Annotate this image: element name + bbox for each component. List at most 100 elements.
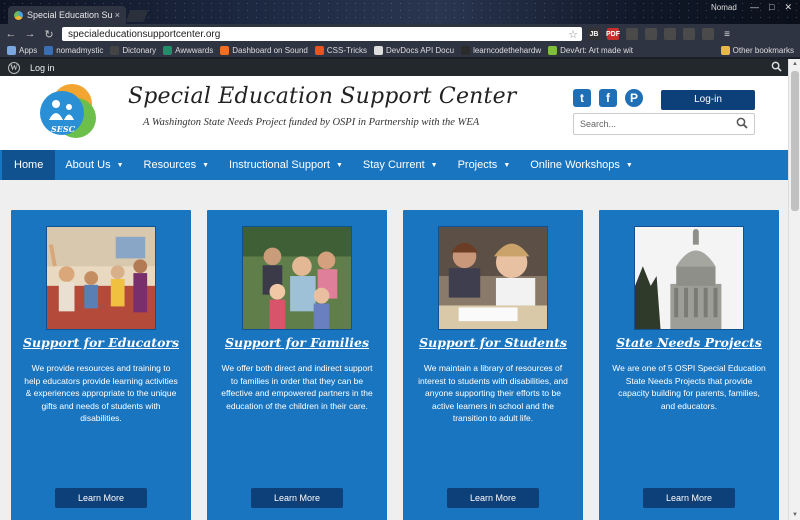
url-text[interactable]: specialeducationsupportcenter.org <box>68 29 220 40</box>
main-navigation: Home About Us ▼ Resources ▼ Instructional Sup… <box>0 150 788 180</box>
content-area: Support for Educators We provide resourc… <box>0 180 788 520</box>
card-text: We offer both direct and indirect suppor… <box>221 363 373 411</box>
search-placeholder: Search... <box>580 119 617 129</box>
bookmark-icon <box>44 46 54 55</box>
bookmarks-bar: Apps nomadmystic Dictonary Awwwards Dash… <box>0 44 800 58</box>
card-text: We maintain a library of resources of in… <box>418 363 568 423</box>
back-arrow-icon[interactable]: ← <box>3 28 19 40</box>
nav-item-online-workshops[interactable]: Online Workshops ▼ <box>520 150 643 180</box>
families-photo[interactable] <box>242 226 352 330</box>
site-favicon-icon <box>14 10 23 20</box>
menu-icon[interactable]: ≡ <box>721 28 733 40</box>
nav-item-stay-current[interactable]: Stay Current ▼ <box>353 150 448 180</box>
site-title[interactable]: Special Education Support Center <box>128 84 517 109</box>
extension-icon[interactable] <box>702 28 714 40</box>
bookmark-item[interactable]: DevDocs API Docu <box>374 46 454 55</box>
educators-photo[interactable] <box>46 226 156 330</box>
pinterest-icon[interactable]: P <box>625 89 643 107</box>
extension-icon[interactable] <box>683 28 695 40</box>
reload-icon[interactable]: ↻ <box>41 28 57 41</box>
facebook-icon[interactable]: f <box>599 89 617 107</box>
social-links: t f P <box>573 89 643 107</box>
bookmark-star-icon[interactable]: ☆ <box>568 28 578 41</box>
bookmark-item[interactable]: Dictonary <box>110 46 156 55</box>
nav-item-label: Online Workshops <box>530 159 620 171</box>
nav-item-home[interactable]: Home <box>2 150 56 180</box>
scroll-up-icon[interactable]: ▲ <box>789 59 800 69</box>
nav-item-label: Stay Current <box>362 159 425 171</box>
wordpress-icon[interactable]: W <box>8 61 20 74</box>
maximize-button[interactable]: □ <box>769 2 774 13</box>
card-title[interactable]: Support for Students <box>403 335 583 350</box>
learn-more-button[interactable]: Learn More <box>55 488 147 508</box>
profile-name[interactable]: Nomad <box>711 3 737 12</box>
capitol-photo[interactable] <box>634 226 744 330</box>
card-title[interactable]: Support for Educators <box>11 335 191 350</box>
folder-icon <box>720 46 730 55</box>
learn-more-button[interactable]: Learn More <box>251 488 343 508</box>
bookmark-item[interactable]: learncodethehardw <box>461 46 541 55</box>
nav-item-instructional-support[interactable]: Instructional Support ▼ <box>219 150 353 180</box>
minimize-button[interactable]: — <box>750 2 759 13</box>
card-students: Support for Students We maintain a libra… <box>403 210 583 520</box>
nav-item-label: Resources <box>143 159 197 171</box>
search-icon[interactable] <box>771 61 782 72</box>
twitter-icon[interactable]: t <box>573 89 591 107</box>
nav-item-label: Projects <box>457 159 498 171</box>
extension-icons: JB PDF ≡ <box>588 28 733 40</box>
svg-text:SESC: SESC <box>51 124 76 134</box>
nav-item-label: Home <box>14 159 44 171</box>
card-text: We are one of 5 OSPI Special Education S… <box>612 363 766 411</box>
extension-icon[interactable]: JB <box>588 28 600 40</box>
address-bar[interactable]: specialeducationsupportcenter.org ☆ <box>62 27 582 41</box>
card-title[interactable]: Support for Families <box>207 335 387 350</box>
pdf-extension-icon[interactable]: PDF <box>606 28 620 40</box>
search-icon[interactable] <box>736 117 748 129</box>
bookmark-item[interactable]: Apps <box>7 46 37 55</box>
admin-login-link[interactable]: Log in <box>30 63 55 73</box>
nav-item-resources[interactable]: Resources ▼ <box>134 150 220 180</box>
browser-titlebar: Special Education Suppor × Nomad — □ ✕ <box>0 0 800 24</box>
card-text: We provide resources and training to hel… <box>24 363 178 423</box>
tab-title: Special Education Suppor <box>27 10 112 20</box>
bookmark-item[interactable]: DevArt: Art made wit <box>548 46 633 55</box>
nav-item-about-us[interactable]: About Us ▼ <box>55 150 133 180</box>
bookmark-item[interactable]: Dashboard on Sound <box>220 46 308 55</box>
forward-arrow-icon[interactable]: → <box>22 28 38 40</box>
close-window-button[interactable]: ✕ <box>784 2 792 13</box>
search-input[interactable]: Search... <box>573 113 755 135</box>
caret-down-icon: ▼ <box>202 161 210 169</box>
scroll-down-icon[interactable]: ▼ <box>789 510 800 520</box>
extension-icon[interactable] <box>645 28 657 40</box>
learn-more-button[interactable]: Learn More <box>447 488 539 508</box>
nav-item-label: Instructional Support <box>229 159 330 171</box>
login-button[interactable]: Log-in <box>661 90 755 110</box>
bookmark-icon <box>374 46 384 55</box>
learn-more-button[interactable]: Learn More <box>643 488 735 508</box>
sesc-logo[interactable]: SESC <box>36 82 100 140</box>
extension-icon[interactable] <box>626 28 638 40</box>
nav-item-label: About Us <box>65 159 111 171</box>
bookmark-icon <box>163 46 173 55</box>
browser-tab[interactable]: Special Education Suppor × <box>8 6 126 24</box>
other-bookmarks[interactable]: Other bookmarks <box>720 46 794 55</box>
caret-down-icon: ▼ <box>625 161 633 169</box>
students-photo[interactable] <box>438 226 548 330</box>
page-scrollbar[interactable]: ▲ ▼ <box>788 59 800 520</box>
scroll-thumb[interactable] <box>791 71 799 211</box>
tab-close-icon[interactable]: × <box>115 10 120 20</box>
card-educators: Support for Educators We provide resourc… <box>11 210 191 520</box>
caret-down-icon: ▼ <box>335 161 343 169</box>
nav-item-projects[interactable]: Projects ▼ <box>448 150 521 180</box>
wp-admin-bar: W Log in <box>0 59 788 76</box>
bookmark-item[interactable]: Awwwards <box>163 46 213 55</box>
extension-icon[interactable] <box>664 28 676 40</box>
caret-down-icon: ▼ <box>430 161 438 169</box>
bookmark-item[interactable]: nomadmystic <box>44 46 103 55</box>
browser-toolbar: ← → ↻ specialeducationsupportcenter.org … <box>0 24 800 44</box>
bookmark-item[interactable]: CSS-Tricks <box>314 46 367 55</box>
card-title[interactable]: State Needs Projects <box>599 335 779 350</box>
card-state-needs: State Needs Projects We are one of 5 OSP… <box>599 210 779 520</box>
new-tab-button[interactable] <box>125 10 149 22</box>
apps-icon <box>7 46 16 55</box>
